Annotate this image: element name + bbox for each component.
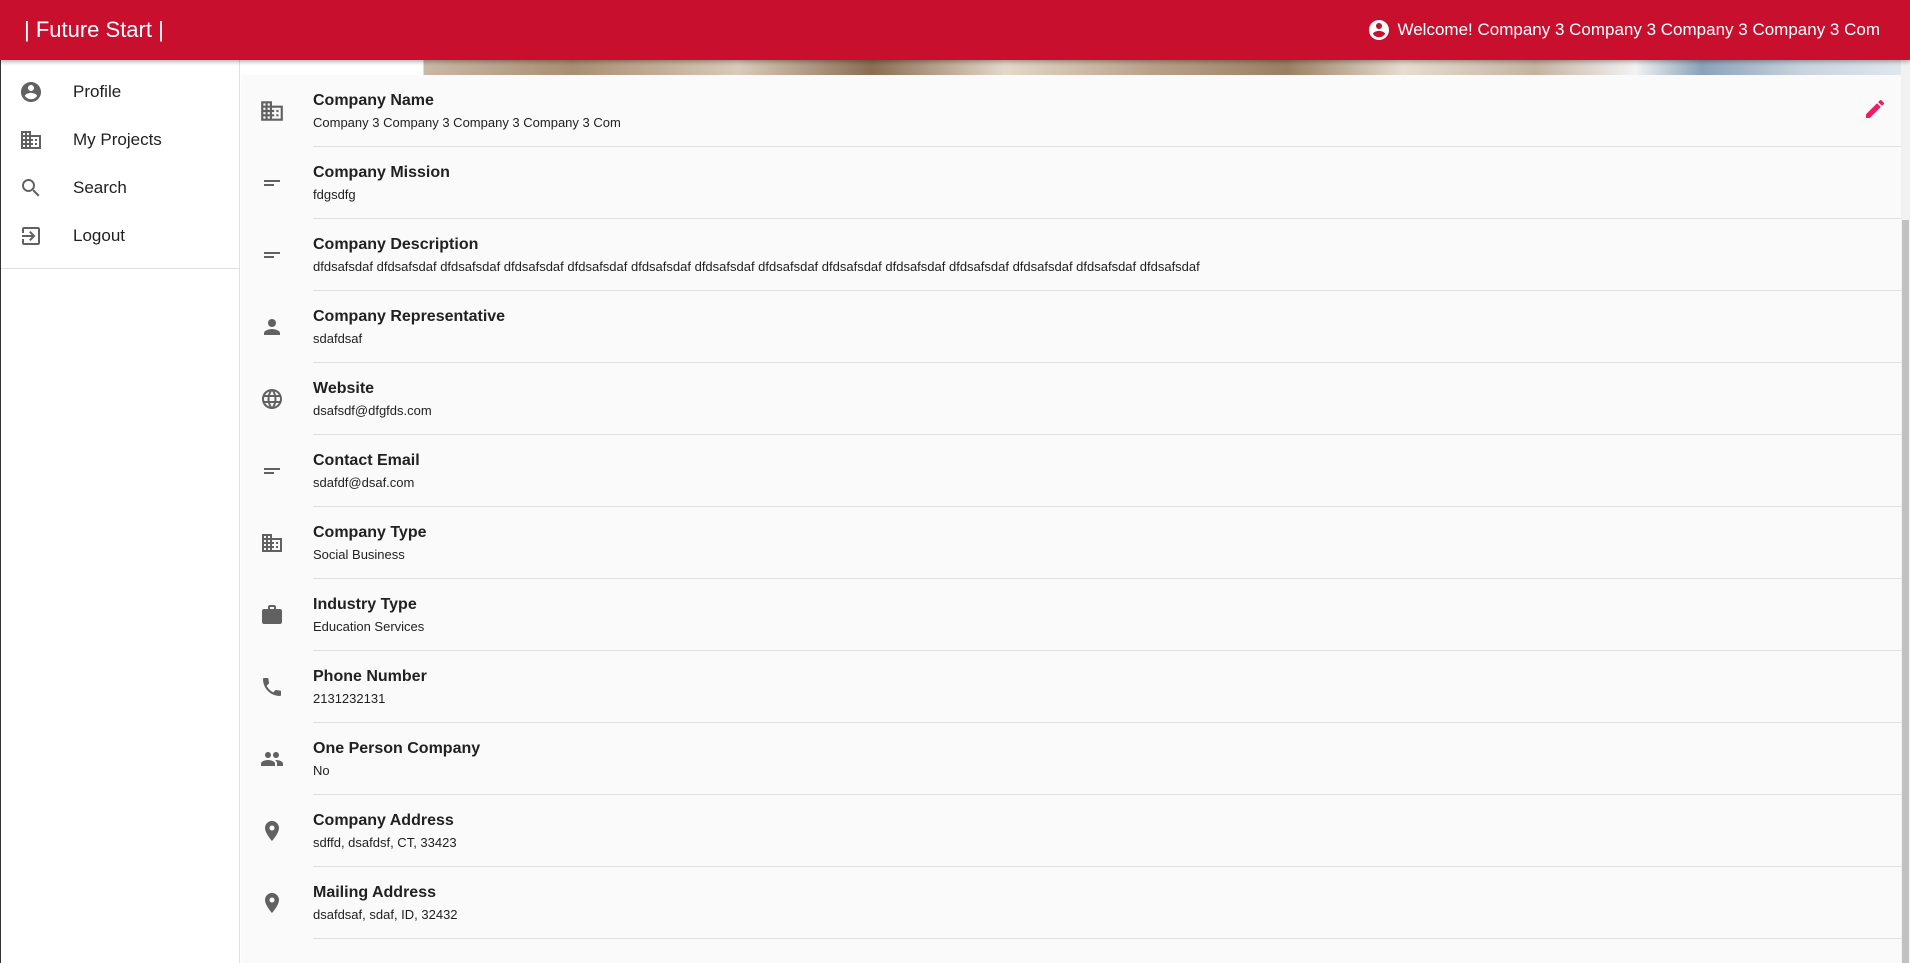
short-text-icon [259,147,285,218]
field-company-type: Company Type Social Business [241,507,1901,579]
account-circle-icon [1369,20,1390,40]
app-title[interactable]: | Future Start | [24,17,164,43]
field-mailing-address: Mailing Address dsafdsaf, sdaf, ID, 3243… [241,867,1901,939]
short-text-icon [259,435,285,506]
domain-icon [259,507,285,578]
field-company-representative: Company Representative sdafdsaf [241,291,1901,363]
field-value: No [313,762,330,778]
account-circle-icon [19,80,43,104]
location-pin-icon [259,867,285,938]
briefcase-icon [259,579,285,650]
field-label: Mailing Address [313,883,436,901]
field-company-mission: Company Mission fdgsdfg [241,147,1901,219]
domain-icon [19,128,43,152]
sidebar-nav: Profile My Projects Search Logout [1,68,239,269]
pencil-icon [1866,99,1885,118]
user-welcome[interactable]: Welcome! Company 3 Company 3 Company 3 C… [1367,18,1880,42]
sidebar-item-profile[interactable]: Profile [1,68,239,116]
field-value: Education Services [313,618,425,634]
field-label: Website [313,379,375,397]
field-value: Company 3 Company 3 Company 3 Company 3 … [313,114,621,130]
sidebar: Profile My Projects Search Logout [1,60,240,963]
field-label: Company Mission [313,163,450,181]
people-icon [259,723,285,794]
person-icon [259,291,285,362]
location-pin-icon [259,795,285,866]
logout-icon [19,224,43,248]
welcome-text: Welcome! Company 3 Company 3 Company 3 C… [1397,20,1880,39]
field-company-name: Company Name Company 3 Company 3 Company… [241,75,1901,147]
field-company-address: Company Address sdffd, dsafdsf, CT, 3342… [241,795,1901,867]
phone-icon [259,651,285,722]
edit-button[interactable] [1861,95,1889,123]
window-edge [0,60,1,963]
sidebar-item-label: My Projects [73,130,162,149]
field-value: sdafdf@dsaf.com [313,474,415,490]
field-label: Company Address [313,811,454,829]
sidebar-item-label: Search [73,178,127,197]
field-company-description: Company Description dfdsafsdaf dfdsafsda… [241,219,1901,291]
field-value: fdgsdfg [313,186,356,202]
app-bar: | Future Start | Welcome! Company 3 Comp… [0,0,1910,60]
field-value: Social Business [313,546,405,562]
scrollbar[interactable] [1901,60,1910,963]
cover-image [241,60,1901,75]
field-phone-number: Phone Number 2131232131 [241,651,1901,723]
field-contact-email: Contact Email sdafdf@dsaf.com [241,435,1901,507]
field-value: sdffd, dsafdsf, CT, 33423 [313,834,457,850]
field-website: Website dsafsdf@dfgfds.com [241,363,1901,435]
domain-icon [259,75,285,146]
field-label: Phone Number [313,667,427,685]
field-industry-type: Industry Type Education Services [241,579,1901,651]
field-value: dsafdsaf, sdaf, ID, 32432 [313,906,458,922]
field-value: dfdsafsdaf dfdsafsdaf dfdsafsdaf dfdsafs… [313,258,1200,274]
field-label: Company Name [313,91,434,109]
field-label: Contact Email [313,451,420,469]
field-label: Company Description [313,235,479,253]
short-text-icon [259,219,285,290]
globe-icon [259,363,285,434]
sidebar-item-search[interactable]: Search [1,164,239,212]
scrollbar-thumb[interactable] [1902,220,1909,963]
field-value: sdafdsaf [313,330,363,346]
field-one-person-company: One Person Company No [241,723,1901,795]
profile-fields: Company Name Company 3 Company 3 Company… [241,75,1901,939]
profile-content: Company Name Company 3 Company 3 Company… [241,60,1901,963]
search-icon [19,176,43,200]
sidebar-item-label: Logout [73,226,125,245]
field-label: Company Type [313,523,427,541]
sidebar-item-logout[interactable]: Logout [1,212,239,260]
field-label: Company Representative [313,307,506,325]
field-value: 2131232131 [313,690,386,706]
field-label: One Person Company [313,739,481,757]
field-label: Industry Type [313,595,417,613]
field-value: dsafsdf@dfgfds.com [313,402,432,418]
sidebar-item-my-projects[interactable]: My Projects [1,116,239,164]
sidebar-item-label: Profile [73,82,122,101]
